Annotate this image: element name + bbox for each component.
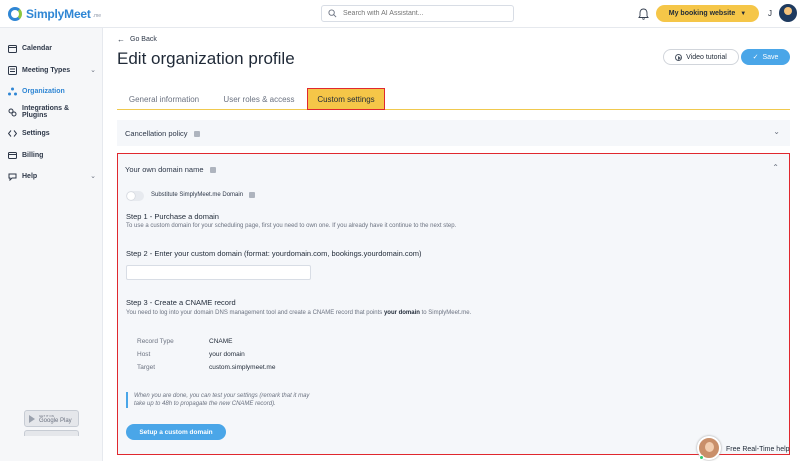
step3-title: Step 3 - Create a CNAME record <box>126 298 236 307</box>
video-tutorial-button[interactable]: Video tutorial <box>663 49 739 65</box>
record-target-key: Target <box>137 364 156 371</box>
sidebar-item-organization[interactable]: Organization <box>8 85 96 97</box>
step1-description: To use a custom domain for your scheduli… <box>126 223 457 229</box>
top-bar: SimplyMeet .me My booking website ▼ J <box>0 0 800 28</box>
sidebar-item-label: Organization <box>22 87 65 95</box>
go-back-label: Go Back <box>130 36 157 43</box>
billing-icon <box>8 151 17 160</box>
tab-label: General information <box>128 94 200 104</box>
search-icon <box>328 9 337 18</box>
step1-title: Step 1 - Purchase a domain <box>126 212 219 221</box>
google-play-icon <box>29 414 35 423</box>
booking-button-label: My booking website <box>668 10 736 17</box>
record-target-value: custom.simplymeet.me <box>209 364 276 371</box>
sidebar-item-integrations[interactable]: Integrations & Plugins <box>8 105 96 119</box>
go-back-link[interactable]: ← Go Back <box>117 35 157 44</box>
sidebar-item-help[interactable]: Help ⌄ <box>8 170 96 182</box>
arrow-left-icon: ← <box>117 35 125 44</box>
meeting-types-icon <box>8 65 17 75</box>
custom-domain-body: Substitute SimplyMeet.me Domain Step 1 -… <box>118 183 789 454</box>
logo[interactable]: SimplyMeet .me <box>8 7 101 21</box>
sidebar-item-label: Help <box>22 172 38 180</box>
organization-icon <box>8 87 17 96</box>
app-store-badge[interactable] <box>24 430 79 436</box>
sidebar-item-label: Meeting Types <box>22 66 71 74</box>
record-host-value: your domain <box>209 351 245 358</box>
sidebar: Calendar Meeting Types ⌄ Organization In… <box>0 28 103 461</box>
chat-label[interactable]: Free Real-Time help <box>726 446 790 453</box>
tab-user-roles[interactable]: User roles & access <box>217 88 301 110</box>
sidebar-item-label: Calendar <box>22 44 52 52</box>
logo-sub: .me <box>92 13 102 19</box>
play-icon <box>675 53 683 61</box>
sidebar-item-billing[interactable]: Billing <box>8 149 96 161</box>
tab-general-information[interactable]: General information <box>117 88 211 110</box>
setup-button-label: Setup a custom domain <box>139 428 213 436</box>
chevron-up-icon[interactable]: ⌃ <box>772 163 779 172</box>
calendar-icon <box>8 44 17 53</box>
sidebar-item-calendar[interactable]: Calendar <box>8 42 96 54</box>
step2-title: Step 2 - Enter your custom domain (forma… <box>126 249 422 258</box>
online-status-icon <box>699 455 704 460</box>
plugin-icon <box>8 108 17 117</box>
code-icon <box>8 129 17 138</box>
sidebar-item-label: Settings <box>22 129 50 137</box>
note-line-1: When you are done, you can test your set… <box>134 393 310 399</box>
sidebar-item-label: Billing <box>22 151 44 159</box>
record-host-key: Host <box>137 351 151 358</box>
tab-custom-settings[interactable]: Custom settings <box>307 88 385 110</box>
chevron-down-icon: ▼ <box>740 10 747 17</box>
setup-custom-domain-button[interactable]: Setup a custom domain <box>126 424 226 440</box>
custom-domain-panel: Your own domain name ⌃ Substitute Simply… <box>117 153 790 455</box>
chat-widget[interactable]: Free Real-Time help <box>697 436 797 461</box>
note-line-2: take up to 48h to propagate the new CNAM… <box>134 401 276 407</box>
user-initial[interactable]: J <box>768 9 772 18</box>
chevron-down-icon: ⌄ <box>90 173 96 180</box>
chevron-down-icon[interactable]: ⌄ <box>773 127 780 136</box>
search-input[interactable] <box>343 10 503 17</box>
sidebar-item-label: Integrations & Plugins <box>22 105 70 119</box>
toggle-label-row: Substitute SimplyMeet.me Domain <box>151 192 256 198</box>
custom-domain-header[interactable]: Your own domain name ⌃ <box>118 154 789 183</box>
cancellation-policy-title: Cancellation policy <box>125 129 188 138</box>
chevron-down-icon: ⌄ <box>90 67 96 74</box>
info-icon[interactable] <box>209 166 216 173</box>
page-title: Edit organization profile <box>117 49 295 68</box>
step3-desc-post: to SimplyMeet.me. <box>419 310 472 316</box>
save-label: Save <box>762 53 779 61</box>
bell-icon[interactable] <box>638 8 649 20</box>
logo-mark-icon <box>8 7 22 21</box>
avatar[interactable] <box>779 4 797 22</box>
save-button[interactable]: ✓ Save <box>741 49 790 65</box>
custom-domain-input[interactable] <box>126 265 311 280</box>
my-booking-website-button[interactable]: My booking website ▼ <box>656 5 759 22</box>
check-icon: ✓ <box>752 54 759 61</box>
store-badge-big: Google Play <box>39 417 72 424</box>
toggle-label: Substitute SimplyMeet.me Domain <box>151 192 244 198</box>
video-tutorial-label: Video tutorial <box>686 53 727 61</box>
record-type-value: CNAME <box>209 338 233 345</box>
info-icon[interactable] <box>193 130 200 137</box>
sidebar-item-meeting-types[interactable]: Meeting Types ⌄ <box>8 64 96 76</box>
logo-text: SimplyMeet <box>26 7 91 21</box>
step3-desc-bold: your domain <box>383 310 420 316</box>
step3-description: You need to log into your domain DNS man… <box>126 310 471 316</box>
record-type-key: Record Type <box>137 338 174 345</box>
propagation-note: When you are done, you can test your set… <box>126 392 356 408</box>
tab-label: Custom settings <box>317 94 375 104</box>
tab-label: User roles & access <box>223 94 295 104</box>
search-box[interactable] <box>321 5 514 22</box>
step3-desc-pre: You need to log into your domain DNS man… <box>126 310 384 316</box>
sidebar-item-settings[interactable]: Settings <box>8 127 96 139</box>
google-play-badge[interactable]: GET IT ON Google Play <box>24 410 79 427</box>
cancellation-policy-panel[interactable]: Cancellation policy ⌄ <box>117 120 790 146</box>
info-icon[interactable] <box>249 192 256 198</box>
tab-bar: General information User roles & access … <box>117 88 790 110</box>
help-icon <box>8 172 17 181</box>
custom-domain-title: Your own domain name <box>125 165 204 174</box>
substitute-domain-toggle[interactable] <box>126 191 144 201</box>
